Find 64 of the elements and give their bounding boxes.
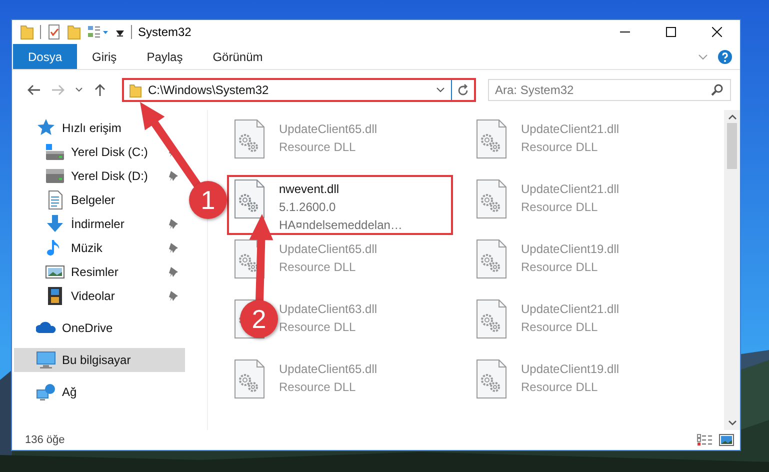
recent-dropdown-icon[interactable] — [75, 87, 83, 93]
large-icons-view-icon[interactable] — [719, 434, 734, 446]
dll-file-icon — [476, 179, 508, 220]
ribbon-tab[interactable]: Dosya — [13, 44, 78, 69]
search-field[interactable]: Ara: System32 — [488, 79, 731, 101]
file-detail: Resource DLL — [521, 259, 599, 276]
ribbon-tab[interactable]: Paylaş — [132, 44, 198, 69]
file-detail: Resource DLL — [521, 139, 599, 156]
back-arrow-icon[interactable] — [27, 84, 41, 96]
nav-item[interactable]: Resimler — [14, 260, 185, 284]
dll-file-icon — [234, 119, 266, 160]
file-detail: Resource DLL — [279, 379, 357, 396]
dll-file-icon — [476, 359, 508, 400]
close-icon[interactable] — [712, 27, 722, 37]
file-name[interactable]: nwevent.dll — [279, 180, 402, 198]
maximize-icon[interactable] — [666, 27, 676, 37]
nav-item[interactable]: Bu bilgisayar — [14, 348, 185, 372]
ribbon-tab[interactable]: Giriş — [77, 44, 132, 69]
nav-item[interactable]: Hızlı erişim — [14, 116, 185, 140]
file-detail: Resource DLL — [521, 379, 599, 396]
computer-icon — [36, 350, 56, 370]
scrollbar-thumb[interactable] — [727, 123, 737, 169]
details-view-icon[interactable] — [697, 434, 713, 446]
nav-item[interactable]: Belgeler — [14, 188, 185, 212]
nav-item[interactable]: Videolar — [14, 284, 185, 308]
dll-file-icon — [234, 359, 266, 400]
nav-item[interactable]: Ağ — [14, 380, 185, 404]
file-detail: Resource DLL — [279, 139, 357, 156]
item-count: 136 öğe — [25, 434, 65, 446]
download-arrow-icon — [45, 214, 65, 234]
nav-item[interactable]: Müzik — [14, 236, 185, 260]
selected-file-frame[interactable]: nwevent.dll 5.1.2600.0 HA¤ndelsemeddelan… — [228, 176, 452, 234]
scroll-up-icon[interactable] — [728, 114, 736, 120]
refresh-icon[interactable] — [457, 84, 469, 96]
dll-file-icon — [476, 239, 508, 280]
help-icon[interactable] — [718, 50, 732, 64]
file-detail: Resource DLL — [521, 319, 599, 336]
nav-item[interactable]: Yerel Disk (D:) — [14, 164, 185, 188]
expand-ribbon-icon[interactable] — [698, 52, 708, 60]
file-detail: 5.1.2600.0 — [279, 199, 337, 216]
view-icon[interactable] — [87, 24, 109, 40]
window-title: System32 — [138, 25, 192, 39]
up-arrow-icon[interactable] — [94, 83, 106, 97]
dll-file-icon — [234, 179, 266, 220]
network-icon — [36, 382, 56, 402]
properties-icon[interactable] — [47, 24, 61, 40]
file-detail: Resource DLL — [279, 259, 357, 276]
drive-icon — [45, 166, 65, 186]
nav-item[interactable]: OneDrive — [14, 316, 185, 340]
dropdown-caret-icon[interactable] — [436, 87, 445, 93]
film-icon — [45, 286, 65, 306]
search-icon[interactable] — [711, 84, 723, 96]
ribbon-tab[interactable]: Görünüm — [198, 44, 278, 69]
dll-file-icon — [476, 299, 508, 340]
folder-icon — [129, 82, 142, 98]
drive-icon — [45, 142, 65, 162]
file-detail: HA¤ndelsemeddelan… — [279, 217, 402, 234]
file-detail: Resource DLL — [279, 319, 357, 336]
dll-file-icon — [476, 119, 508, 160]
nav-item[interactable]: İndirmeler — [14, 212, 185, 236]
address-bar[interactable]: C:\Windows\System32 — [122, 78, 476, 102]
scroll-down-icon[interactable] — [728, 420, 736, 426]
star-icon — [36, 118, 56, 138]
file-detail: Resource DLL — [521, 199, 599, 216]
